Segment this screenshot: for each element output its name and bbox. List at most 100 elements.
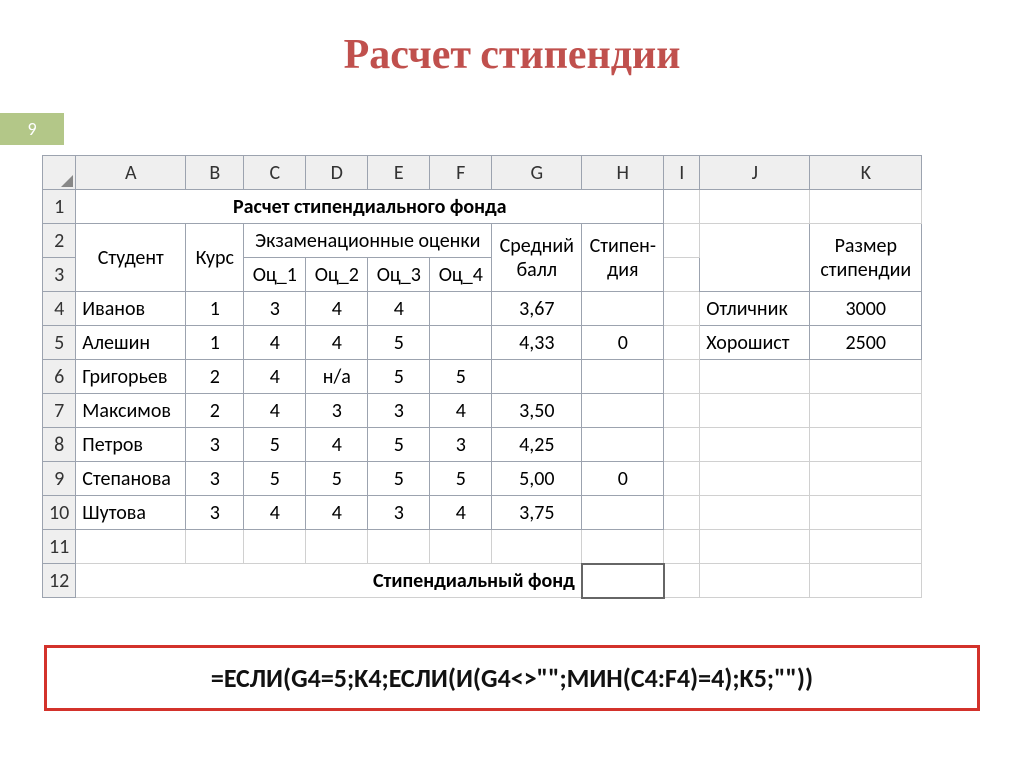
col-C[interactable]: C (244, 156, 306, 190)
cell-I7[interactable] (664, 394, 700, 428)
cell-A11[interactable] (76, 530, 186, 564)
cell-C10[interactable]: 4 (244, 496, 306, 530)
cell-I10[interactable] (664, 496, 700, 530)
cell-D11[interactable] (306, 530, 368, 564)
cell-K10[interactable] (810, 496, 922, 530)
cell-A8[interactable]: Петров (76, 428, 186, 462)
cell-I3[interactable] (664, 258, 700, 292)
cell-B10[interactable]: 3 (186, 496, 244, 530)
cell-F4[interactable] (430, 292, 492, 326)
cell-H9[interactable]: 0 (582, 462, 664, 496)
cell-I1[interactable] (664, 190, 700, 224)
cell-I4[interactable] (664, 292, 700, 326)
cell-B7[interactable]: 2 (186, 394, 244, 428)
col-D[interactable]: D (306, 156, 368, 190)
cell-C7[interactable]: 4 (244, 394, 306, 428)
cell-J8[interactable] (700, 428, 810, 462)
row-head-9[interactable]: 9 (43, 462, 76, 496)
cell-G4[interactable]: 3,67 (492, 292, 582, 326)
table-title[interactable]: Расчет стипендиального фонда (76, 190, 664, 224)
row-head-10[interactable]: 10 (43, 496, 76, 530)
cell-E9[interactable]: 5 (368, 462, 430, 496)
cell-J23[interactable] (700, 224, 810, 292)
cell-E11[interactable] (368, 530, 430, 564)
row-head-11[interactable]: 11 (43, 530, 76, 564)
hdr-exam-scores[interactable]: Экзаменационные оценки (244, 224, 492, 258)
col-F[interactable]: F (430, 156, 492, 190)
cell-D4[interactable]: 4 (306, 292, 368, 326)
cell-I8[interactable] (664, 428, 700, 462)
cell-J7[interactable] (700, 394, 810, 428)
cell-C8[interactable]: 5 (244, 428, 306, 462)
cell-J1[interactable] (700, 190, 810, 224)
cell-E4[interactable]: 4 (368, 292, 430, 326)
cell-F8[interactable]: 3 (430, 428, 492, 462)
cell-F5[interactable] (430, 326, 492, 360)
cell-J5[interactable]: Хорошист (700, 326, 810, 360)
hdr-stipend[interactable]: Стипен-дия (582, 224, 664, 292)
cell-J12[interactable] (700, 564, 810, 598)
cell-H11[interactable] (582, 530, 664, 564)
row-head-3[interactable]: 3 (43, 258, 76, 292)
row-head-8[interactable]: 8 (43, 428, 76, 462)
hdr-oc2[interactable]: Оц_2 (306, 258, 368, 292)
cell-B5[interactable]: 1 (186, 326, 244, 360)
cell-H4[interactable] (582, 292, 664, 326)
cell-G6[interactable] (492, 360, 582, 394)
cell-K12[interactable] (810, 564, 922, 598)
cell-E6[interactable]: 5 (368, 360, 430, 394)
row-head-5[interactable]: 5 (43, 326, 76, 360)
row-head-1[interactable]: 1 (43, 190, 76, 224)
cell-K11[interactable] (810, 530, 922, 564)
hdr-oc3[interactable]: Оц_3 (368, 258, 430, 292)
cell-D6[interactable]: н/а (306, 360, 368, 394)
hdr-avg[interactable]: Средний балл (492, 224, 582, 292)
cell-K4[interactable]: 3000 (810, 292, 922, 326)
cell-G9[interactable]: 5,00 (492, 462, 582, 496)
cell-C6[interactable]: 4 (244, 360, 306, 394)
hdr-oc4[interactable]: Оц_4 (430, 258, 492, 292)
cell-J10[interactable] (700, 496, 810, 530)
cell-K7[interactable] (810, 394, 922, 428)
cell-G7[interactable]: 3,50 (492, 394, 582, 428)
cell-D8[interactable]: 4 (306, 428, 368, 462)
cell-C5[interactable]: 4 (244, 326, 306, 360)
cell-H7[interactable] (582, 394, 664, 428)
cell-I2[interactable] (664, 224, 700, 258)
cell-A5[interactable]: Алешин (76, 326, 186, 360)
cell-I11[interactable] (664, 530, 700, 564)
cell-B9[interactable]: 3 (186, 462, 244, 496)
cell-J6[interactable] (700, 360, 810, 394)
cell-K6[interactable] (810, 360, 922, 394)
cell-H6[interactable] (582, 360, 664, 394)
cell-E7[interactable]: 3 (368, 394, 430, 428)
cell-A4[interactable]: Иванов (76, 292, 186, 326)
row-head-4[interactable]: 4 (43, 292, 76, 326)
cell-B6[interactable]: 2 (186, 360, 244, 394)
cell-D5[interactable]: 4 (306, 326, 368, 360)
cell-H5[interactable]: 0 (582, 326, 664, 360)
cell-A10[interactable]: Шутова (76, 496, 186, 530)
fund-label[interactable]: Стипендиальный фонд (76, 564, 582, 598)
cell-I12[interactable] (664, 564, 700, 598)
cell-E10[interactable]: 3 (368, 496, 430, 530)
cell-F9[interactable]: 5 (430, 462, 492, 496)
cell-H10[interactable] (582, 496, 664, 530)
cell-D9[interactable]: 5 (306, 462, 368, 496)
cell-D7[interactable]: 3 (306, 394, 368, 428)
cell-C11[interactable] (244, 530, 306, 564)
hdr-oc1[interactable]: Оц_1 (244, 258, 306, 292)
cell-G10[interactable]: 3,75 (492, 496, 582, 530)
cell-H8[interactable] (582, 428, 664, 462)
cell-K9[interactable] (810, 462, 922, 496)
row-head-6[interactable]: 6 (43, 360, 76, 394)
cell-F6[interactable]: 5 (430, 360, 492, 394)
cell-J9[interactable] (700, 462, 810, 496)
cell-K8[interactable] (810, 428, 922, 462)
row-head-7[interactable]: 7 (43, 394, 76, 428)
hdr-student[interactable]: Студент (76, 224, 186, 292)
cell-G8[interactable]: 4,25 (492, 428, 582, 462)
cell-D10[interactable]: 4 (306, 496, 368, 530)
col-I[interactable]: I (664, 156, 700, 190)
col-J[interactable]: J (700, 156, 810, 190)
